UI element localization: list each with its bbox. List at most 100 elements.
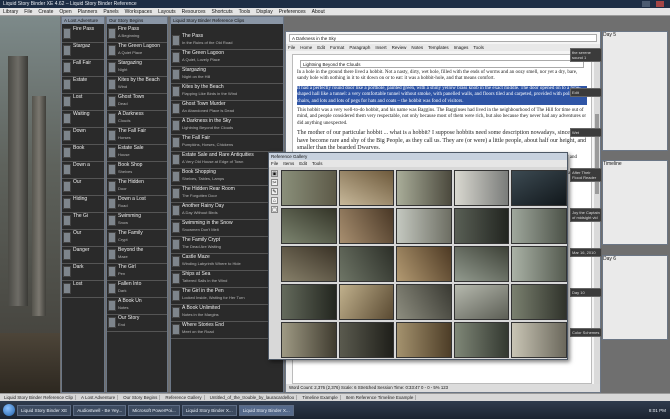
list-item[interactable]: Stargazing Night (107, 60, 167, 77)
list-item[interactable]: Kites by the Beach Flapping Like Birds in… (171, 84, 283, 101)
gallery-thumbnail[interactable] (338, 284, 395, 320)
window-list-item[interactable]: Our Story Begins (121, 395, 161, 400)
list-item[interactable]: Stargaz (62, 43, 104, 60)
minimize-button[interactable] (642, 1, 650, 7)
list-item[interactable]: Danger (62, 247, 104, 264)
right-window[interactable]: Timeline (602, 160, 668, 245)
gallery-tool-icon[interactable]: ▢ (271, 206, 278, 213)
menu-item[interactable]: Display (256, 8, 272, 15)
gallery-thumbnail[interactable] (281, 170, 337, 206)
menu-item[interactable]: About (312, 8, 325, 15)
gallery-thumbnail[interactable] (396, 284, 452, 320)
list-item[interactable]: The Pass In the Ruins of the Old Road (171, 33, 283, 50)
gallery-thumbnail[interactable] (511, 322, 567, 358)
gallery-thumbnail[interactable] (396, 322, 452, 358)
note-card[interactable]: Joy the Captain of midsight vid (570, 208, 602, 222)
close-button[interactable] (656, 1, 664, 7)
list-item[interactable]: Kites by the Beach Wind (107, 77, 167, 94)
editor-menu-item[interactable]: Insert (375, 44, 386, 51)
list-item[interactable]: Fall Fair (62, 60, 104, 77)
list-item[interactable]: Ghost Town Murder An Abandoned Place is D… (171, 101, 283, 118)
menu-item[interactable]: Panels (103, 8, 118, 15)
reference-gallery-window[interactable]: Reference Gallery File Items Edit Tools ▣ ✂ ✎… (268, 152, 568, 360)
list-item[interactable]: The Family Crypt (107, 230, 167, 247)
editor-menu-item[interactable]: Home (300, 44, 312, 51)
list-item[interactable]: The Fall Fair Horses (107, 128, 167, 145)
note-card[interactable]: Color Schemes (570, 328, 602, 337)
gallery-thumbnail[interactable] (453, 246, 510, 282)
list-item[interactable]: Our (62, 230, 104, 247)
list-item[interactable]: Fire Pass (62, 26, 104, 43)
menu-item[interactable]: File (24, 8, 32, 15)
taskbar-button[interactable]: Liquid Story Binder X... (181, 404, 237, 416)
list-item[interactable]: Lost (62, 94, 104, 111)
note-card[interactable]: After Their Flood Reader (570, 168, 602, 182)
gallery-thumbnail[interactable] (396, 170, 452, 206)
note-card[interactable]: the serene sound 1 (570, 48, 602, 62)
gallery-thumbnail[interactable] (453, 208, 510, 244)
gallery-thumbnail[interactable] (281, 246, 337, 282)
editor-menu-item[interactable]: Edit (317, 44, 325, 51)
note-card[interactable]: Day 10 (570, 288, 602, 297)
menu-item[interactable]: Resources (182, 8, 206, 15)
editor-title-field[interactable]: A Darkness in the Sky (289, 34, 597, 42)
list-item[interactable]: A Darkness in the Sky Lightning Beyond th… (171, 118, 283, 135)
gallery-menu-item[interactable]: Tools (312, 160, 323, 167)
list-item[interactable]: Down (62, 128, 104, 145)
editor-menu-item[interactable]: Format (330, 44, 344, 51)
list-item[interactable]: Ghost Town Dead (107, 94, 167, 111)
right-window[interactable]: Day 6 (602, 255, 668, 340)
editor-menu-item[interactable]: Templates (428, 44, 449, 51)
gallery-thumbnail[interactable] (338, 170, 395, 206)
list-item[interactable]: Dark (62, 264, 104, 281)
editor-menu-item[interactable]: Images (454, 44, 469, 51)
gallery-thumbnail[interactable] (338, 322, 395, 358)
list-item[interactable]: Down a (62, 162, 104, 179)
menu-item[interactable]: Shortcuts (211, 8, 232, 15)
list-item[interactable]: Our (62, 179, 104, 196)
gallery-tool-icon[interactable]: ⌂ (271, 197, 278, 204)
window-list-item[interactable]: Item Reference Timeline Example (344, 395, 417, 400)
gallery-thumbnail[interactable] (453, 322, 510, 358)
menu-item[interactable]: Library (3, 8, 18, 15)
gallery-thumbnail[interactable] (281, 322, 337, 358)
list-item[interactable]: Down a Lost Road (107, 196, 167, 213)
gallery-thumbnail[interactable] (396, 208, 452, 244)
window-begins[interactable]: Our Story Begins Fire Pass A Beginning The… (106, 16, 168, 393)
list-item[interactable]: Hiding (62, 196, 104, 213)
taskbar-button[interactable]: Liquid Story Binder XE (17, 404, 72, 416)
menu-item[interactable]: Preferences (279, 8, 306, 15)
gallery-tool-icon[interactable]: ✎ (271, 188, 278, 195)
list-item[interactable]: Lost (62, 281, 104, 298)
gallery-tool-icon[interactable]: ▣ (271, 170, 278, 177)
list-item[interactable]: The Green Lagoon A Quiet, Lovely Place (171, 50, 283, 67)
gallery-thumbnail[interactable] (338, 246, 395, 282)
gallery-tool-icon[interactable]: ✂ (271, 179, 278, 186)
taskbar-button[interactable]: Audiostwell - Be Yey... (73, 404, 127, 416)
editor-menu-item[interactable]: File (288, 44, 295, 51)
list-item[interactable]: Fire Pass A Beginning (107, 26, 167, 43)
list-item[interactable]: Our Story End (107, 315, 167, 332)
menu-item[interactable]: Layouts (158, 8, 176, 15)
gallery-thumbnail[interactable] (511, 208, 567, 244)
editor-menu-item[interactable]: Notes (411, 44, 423, 51)
list-item[interactable]: Stargazing Night on the Hill (171, 67, 283, 84)
list-item[interactable]: The Hidden Door (107, 179, 167, 196)
menu-item[interactable]: Tools (239, 8, 251, 15)
window-list-item[interactable]: A Lost Adventure (79, 395, 119, 400)
gallery-menu-item[interactable]: Items (283, 160, 294, 167)
window-reference[interactable]: Liquid Story Binder Reference Clips The … (170, 16, 284, 393)
list-item[interactable]: Estate (62, 77, 104, 94)
gallery-menu-item[interactable]: File (271, 160, 278, 167)
list-item[interactable]: The Girl Pen (107, 264, 167, 281)
list-item[interactable]: Swimming Snow (107, 213, 167, 230)
gallery-thumbnail[interactable] (338, 208, 395, 244)
note-card[interactable]: Wet (570, 128, 602, 137)
gallery-thumbnail[interactable] (453, 284, 510, 320)
gallery-thumbnail[interactable] (281, 284, 337, 320)
right-window[interactable]: Day 5 (602, 31, 668, 151)
gallery-thumbnail[interactable] (511, 284, 567, 320)
list-item[interactable]: The Fall Fair Pumpkins, Horses, Chickens (171, 135, 283, 152)
window-list-item[interactable]: Timeline Example (300, 395, 341, 400)
gallery-thumbnail[interactable] (281, 208, 337, 244)
